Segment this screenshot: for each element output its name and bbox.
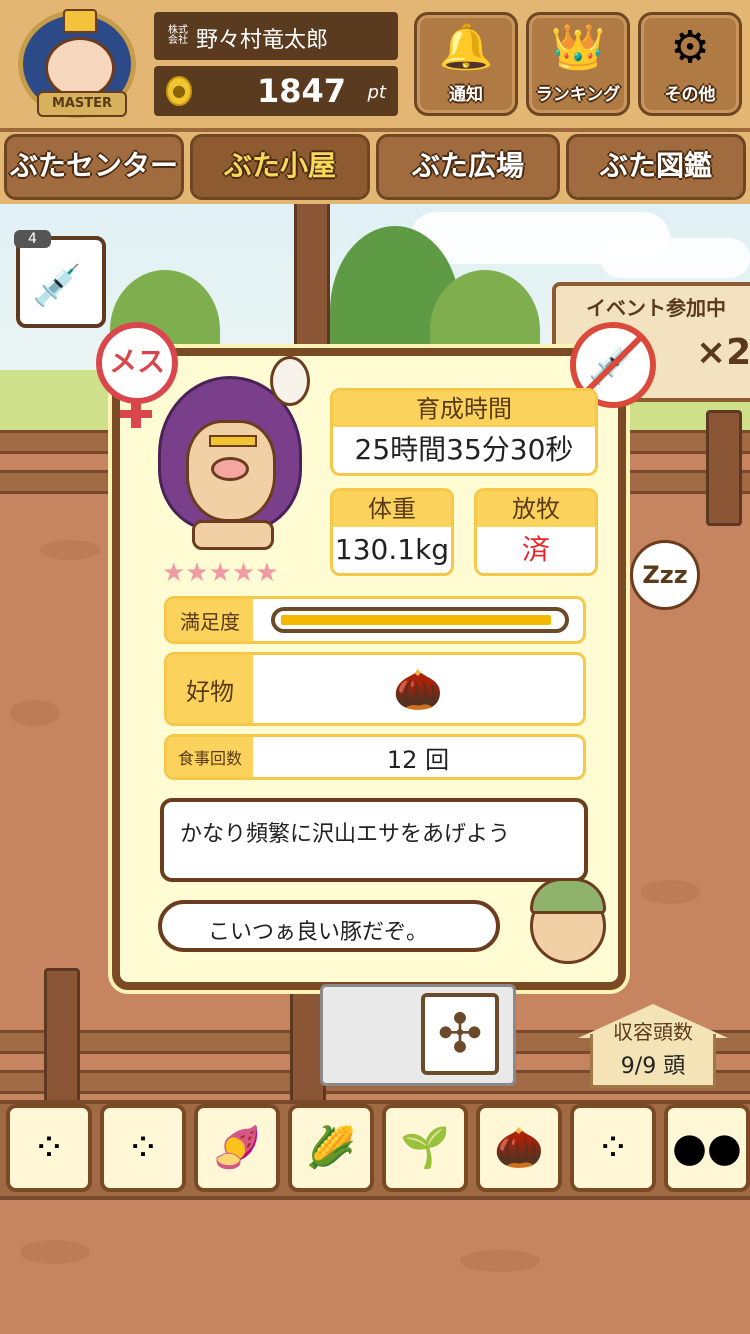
gear-icon: ⚙ xyxy=(670,22,710,73)
grazing-label: 放牧 xyxy=(477,491,595,527)
corn-icon[interactable]: 🌽 xyxy=(288,1104,374,1192)
acorn-food-icon[interactable]: 🌰 xyxy=(476,1104,562,1192)
header-bar: MASTER 株式会社 野々村竜太郎 ● 1847 pt 🔔 通知 👑 ランキン… xyxy=(0,0,750,132)
syringe-icon: 💉 xyxy=(32,263,82,309)
pig-feet xyxy=(192,520,274,550)
ranking-button[interactable]: 👑 ランキング xyxy=(526,12,630,116)
pig-nose xyxy=(211,457,249,481)
comment-text: こいつぁ良い豚だぞ。 xyxy=(208,920,429,945)
meals-value: 12 回 xyxy=(386,745,450,774)
avatar-rank-badge: MASTER xyxy=(37,91,127,117)
dirt-spot xyxy=(460,1250,540,1272)
tab-buta-center[interactable]: ぶたセンター xyxy=(4,134,184,200)
pig-face xyxy=(186,420,276,522)
crown-icon xyxy=(63,9,97,33)
syringe-item-button[interactable]: 4 💉 xyxy=(14,230,106,328)
growth-time-label: 育成時間 xyxy=(333,391,595,427)
weight-card: 体重 130.1kg xyxy=(330,488,454,576)
pig-headband xyxy=(209,435,257,447)
farmer-cap xyxy=(530,878,606,914)
grazing-value: 済 xyxy=(521,533,550,566)
fan-control-panel[interactable]: ✣ xyxy=(320,984,516,1086)
tab-buta-hiroba[interactable]: ぶた広場 xyxy=(376,134,560,200)
satisfaction-meter-fill xyxy=(281,615,551,625)
tab-buta-goya[interactable]: ぶた小屋 xyxy=(190,134,370,200)
mixed-feed-icon[interactable]: ⁘ xyxy=(100,1104,186,1192)
female-symbol-bar xyxy=(120,410,152,418)
comment-bubble: こいつぁ良い豚だぞ。 xyxy=(158,900,500,952)
event-count: ×21 xyxy=(696,332,750,373)
pig-paw xyxy=(270,356,310,406)
dirt-spot xyxy=(40,540,100,560)
dirt-spot xyxy=(10,700,60,726)
player-name-box: 株式会社 野々村竜太郎 xyxy=(154,12,398,60)
ranking-label: ランキング xyxy=(535,85,621,105)
company-prefix: 株式会社 xyxy=(168,25,188,46)
notification-button[interactable]: 🔔 通知 xyxy=(414,12,518,116)
player-name: 野々村竜太郎 xyxy=(196,28,329,53)
dirt-spot xyxy=(20,1240,90,1264)
capacity-value: 9/9 頭 xyxy=(620,1054,686,1079)
favorite-label: 好物 xyxy=(167,655,253,723)
advice-text: かなり頻繁に沢山エサをあげよう xyxy=(180,822,511,847)
growth-time-card: 育成時間 25時間35分30秒 xyxy=(330,388,598,476)
meat-plate-icon[interactable]: ●● xyxy=(664,1104,750,1192)
advice-bubble: かなり頻繁に沢山エサをあげよう xyxy=(160,798,588,882)
fence-post xyxy=(706,410,742,526)
crown-icon: 👑 xyxy=(550,22,606,73)
soybean-icon[interactable]: 🌱 xyxy=(382,1104,468,1192)
favorite-food-row: 好物 🌰 xyxy=(164,652,586,726)
grazing-card: 放牧 済 xyxy=(474,488,598,576)
cloud xyxy=(600,238,750,278)
dirt-spot xyxy=(640,880,700,904)
other-button[interactable]: ⚙ その他 xyxy=(638,12,742,116)
farmer-avatar xyxy=(520,872,610,964)
capacity-sign: 収容頭数 9/9 頭 xyxy=(578,1004,728,1088)
pig-portrait xyxy=(152,356,310,552)
meals-label: 食事回数 xyxy=(167,737,253,777)
points-box: ● 1847 pt xyxy=(154,66,398,116)
other-label: その他 xyxy=(664,85,716,105)
meal-count-row: 食事回数 12 回 xyxy=(164,734,586,780)
weight-label: 体重 xyxy=(333,491,451,527)
feed-pellets-icon[interactable]: ⁘ xyxy=(6,1104,92,1192)
notification-label: 通知 xyxy=(449,85,483,105)
nav-bar: ぶたセンター ぶた小屋 ぶた広場 ぶた図鑑 xyxy=(0,132,750,204)
bell-icon: 🔔 xyxy=(438,22,494,73)
tab-buta-zukan[interactable]: ぶた図鑑 xyxy=(566,134,746,200)
fence-post xyxy=(44,968,80,1110)
points-unit: pt xyxy=(367,82,386,103)
capacity-label: 収容頭数 xyxy=(613,1020,693,1044)
fan-icon: ✣ xyxy=(421,993,499,1075)
fence-post xyxy=(294,200,330,366)
item-count: 4 xyxy=(14,230,51,248)
points-value: 1847 xyxy=(256,72,346,110)
coin-icon: ● xyxy=(166,76,192,106)
sweet-potato-icon[interactable]: 🍠 xyxy=(194,1104,280,1192)
sleep-bubble: Zzz xyxy=(630,540,700,610)
satisfaction-label: 満足度 xyxy=(167,599,253,641)
pig-face-icon xyxy=(45,37,115,99)
satisfaction-meter xyxy=(271,607,569,633)
player-avatar[interactable]: MASTER xyxy=(18,9,136,118)
growth-time-value: 25時間35分30秒 xyxy=(354,433,574,466)
acorn-icon: 🌰 xyxy=(393,666,443,713)
rarity-stars: ★★★★★ xyxy=(162,558,279,588)
event-title: イベント参加中 xyxy=(586,296,726,320)
satisfaction-row: 満足度 xyxy=(164,596,586,644)
weight-value: 130.1kg xyxy=(334,533,450,566)
grain-plate-icon[interactable]: ⁘ xyxy=(570,1104,656,1192)
